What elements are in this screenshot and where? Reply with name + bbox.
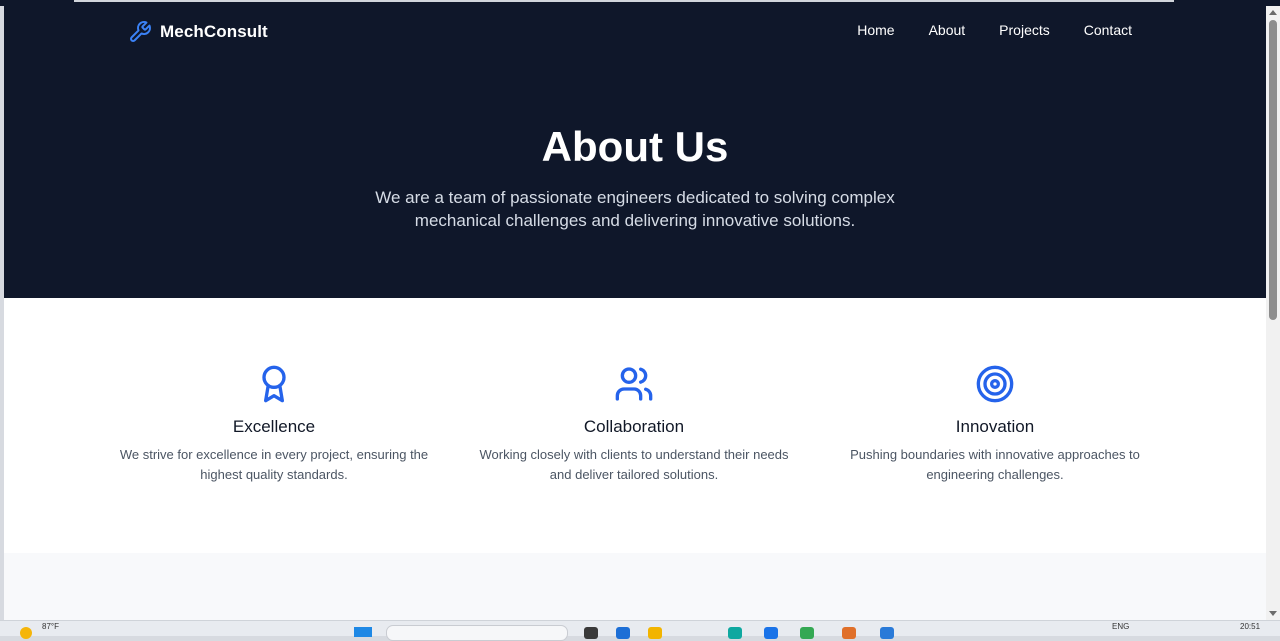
target-icon [976, 365, 1014, 403]
page-title: About Us [541, 123, 729, 170]
value-card-collaboration: Collaboration Working closely with clien… [469, 364, 799, 485]
next-section [4, 553, 1266, 620]
language-indicator[interactable]: ENG [1112, 622, 1129, 631]
scroll-thumb[interactable] [1269, 20, 1277, 320]
taskbar-app-icon[interactable] [842, 627, 856, 639]
value-title: Innovation [955, 417, 1035, 436]
taskbar-app-icon[interactable] [800, 627, 814, 639]
value-description: We strive for excellence in every projec… [119, 447, 429, 482]
weather-temperature: 87°F [42, 622, 59, 631]
value-title: Excellence [232, 417, 316, 436]
nav-link-about[interactable]: About [929, 22, 966, 38]
nav-link-projects[interactable]: Projects [999, 22, 1050, 38]
windows-start-icon[interactable] [354, 627, 372, 637]
scroll-up-arrow-icon[interactable] [1269, 10, 1277, 15]
nav-link-contact[interactable]: Contact [1084, 22, 1132, 38]
taskbar-app-icon[interactable] [764, 627, 778, 639]
weather-icon[interactable] [20, 627, 32, 639]
taskbar-app-icon[interactable] [648, 627, 662, 639]
taskbar-app-icon[interactable] [616, 627, 630, 639]
taskbar-app-icon[interactable] [728, 627, 742, 639]
values-section: Excellence We strive for excellence in e… [4, 298, 1266, 553]
value-description: Pushing boundaries with innovative appro… [850, 447, 1140, 482]
award-icon [262, 365, 286, 403]
value-title: Collaboration [583, 417, 685, 436]
brand-name: MechConsult [160, 22, 268, 41]
nav-menu: Home About Projects Contact [857, 22, 1132, 38]
hero-subtitle: We are a team of passionate engineers de… [375, 188, 895, 230]
taskbar-clock[interactable]: 20:51 [1240, 622, 1260, 631]
value-card-excellence: Excellence We strive for excellence in e… [109, 364, 439, 485]
os-taskbar: 87°F ENG 20:51 [0, 620, 1280, 641]
hero-section: MechConsult Home About Projects Contact … [4, 6, 1266, 298]
taskbar-app-icon[interactable] [584, 627, 598, 639]
value-description: Working closely with clients to understa… [479, 447, 789, 482]
page-scrollbar[interactable] [1266, 6, 1280, 620]
users-icon [615, 367, 653, 401]
navbar: MechConsult Home About Projects Contact [4, 6, 1266, 58]
taskbar-app-icon[interactable] [880, 627, 894, 639]
nav-link-home[interactable]: Home [857, 22, 894, 38]
page-viewport: MechConsult Home About Projects Contact … [4, 6, 1266, 620]
scroll-down-arrow-icon[interactable] [1269, 611, 1277, 616]
wrench-icon [130, 21, 151, 42]
tab-edge [74, 0, 1174, 2]
brand-link[interactable]: MechConsult [128, 18, 268, 46]
value-card-innovation: Innovation Pushing boundaries with innov… [830, 364, 1160, 485]
taskbar-search-box[interactable] [386, 625, 568, 641]
